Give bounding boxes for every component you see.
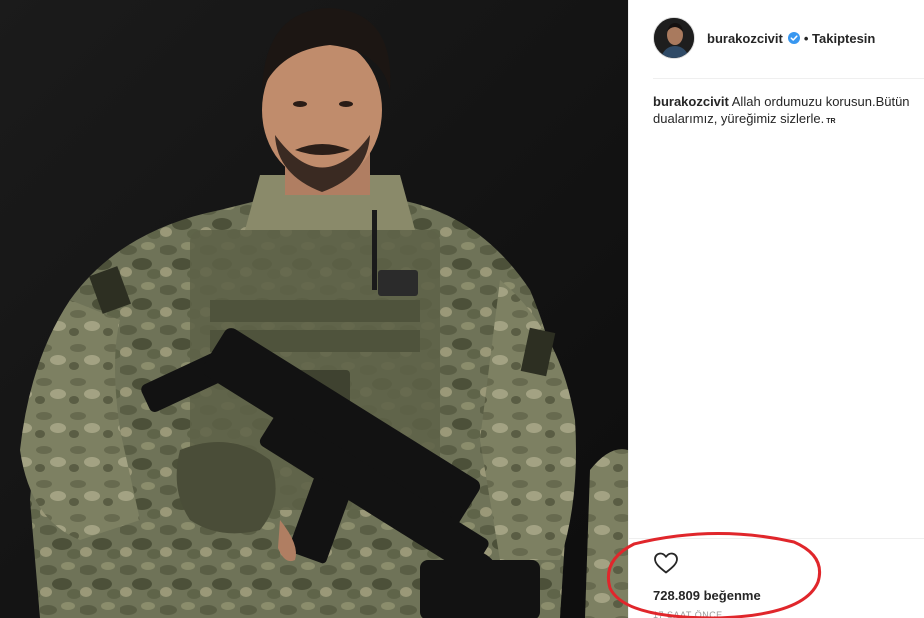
post-timestamp: 17 SAAT ÖNCE (653, 610, 723, 618)
verified-badge-icon (787, 32, 800, 44)
username-link[interactable]: burakozcivit (707, 31, 783, 46)
caption-text: Allah ordumuzu korusun.Bütün (731, 94, 910, 109)
post-side-panel: burakozcivit • Takiptesin burakozcivit A… (628, 0, 924, 618)
actions-divider (629, 538, 924, 539)
caption-line-2: dualarımız, yüreğimiz sizlerle. TR (653, 110, 924, 130)
header-divider (653, 78, 924, 79)
likes-count[interactable]: 728.809 beğenme (653, 588, 761, 603)
follow-status[interactable]: • Takiptesin (804, 31, 876, 46)
avatar-photo (654, 18, 694, 58)
caption: burakozcivit Allah ordumuzu korusun.Bütü… (653, 93, 924, 133)
caption-line-1: burakozcivit Allah ordumuzu korusun.Bütü… (653, 93, 924, 110)
soldier-photo (0, 0, 628, 618)
heart-outline-icon (654, 552, 678, 574)
like-button[interactable] (653, 551, 679, 575)
caption-username[interactable]: burakozcivit (653, 94, 729, 109)
caption-text-2: dualarımız, yüreğimiz sizlerle. (653, 111, 825, 126)
avatar[interactable] (653, 17, 695, 59)
post-header: burakozcivit • Takiptesin (653, 14, 924, 62)
post-image[interactable] (0, 0, 628, 618)
language-badge: TR (826, 118, 836, 125)
